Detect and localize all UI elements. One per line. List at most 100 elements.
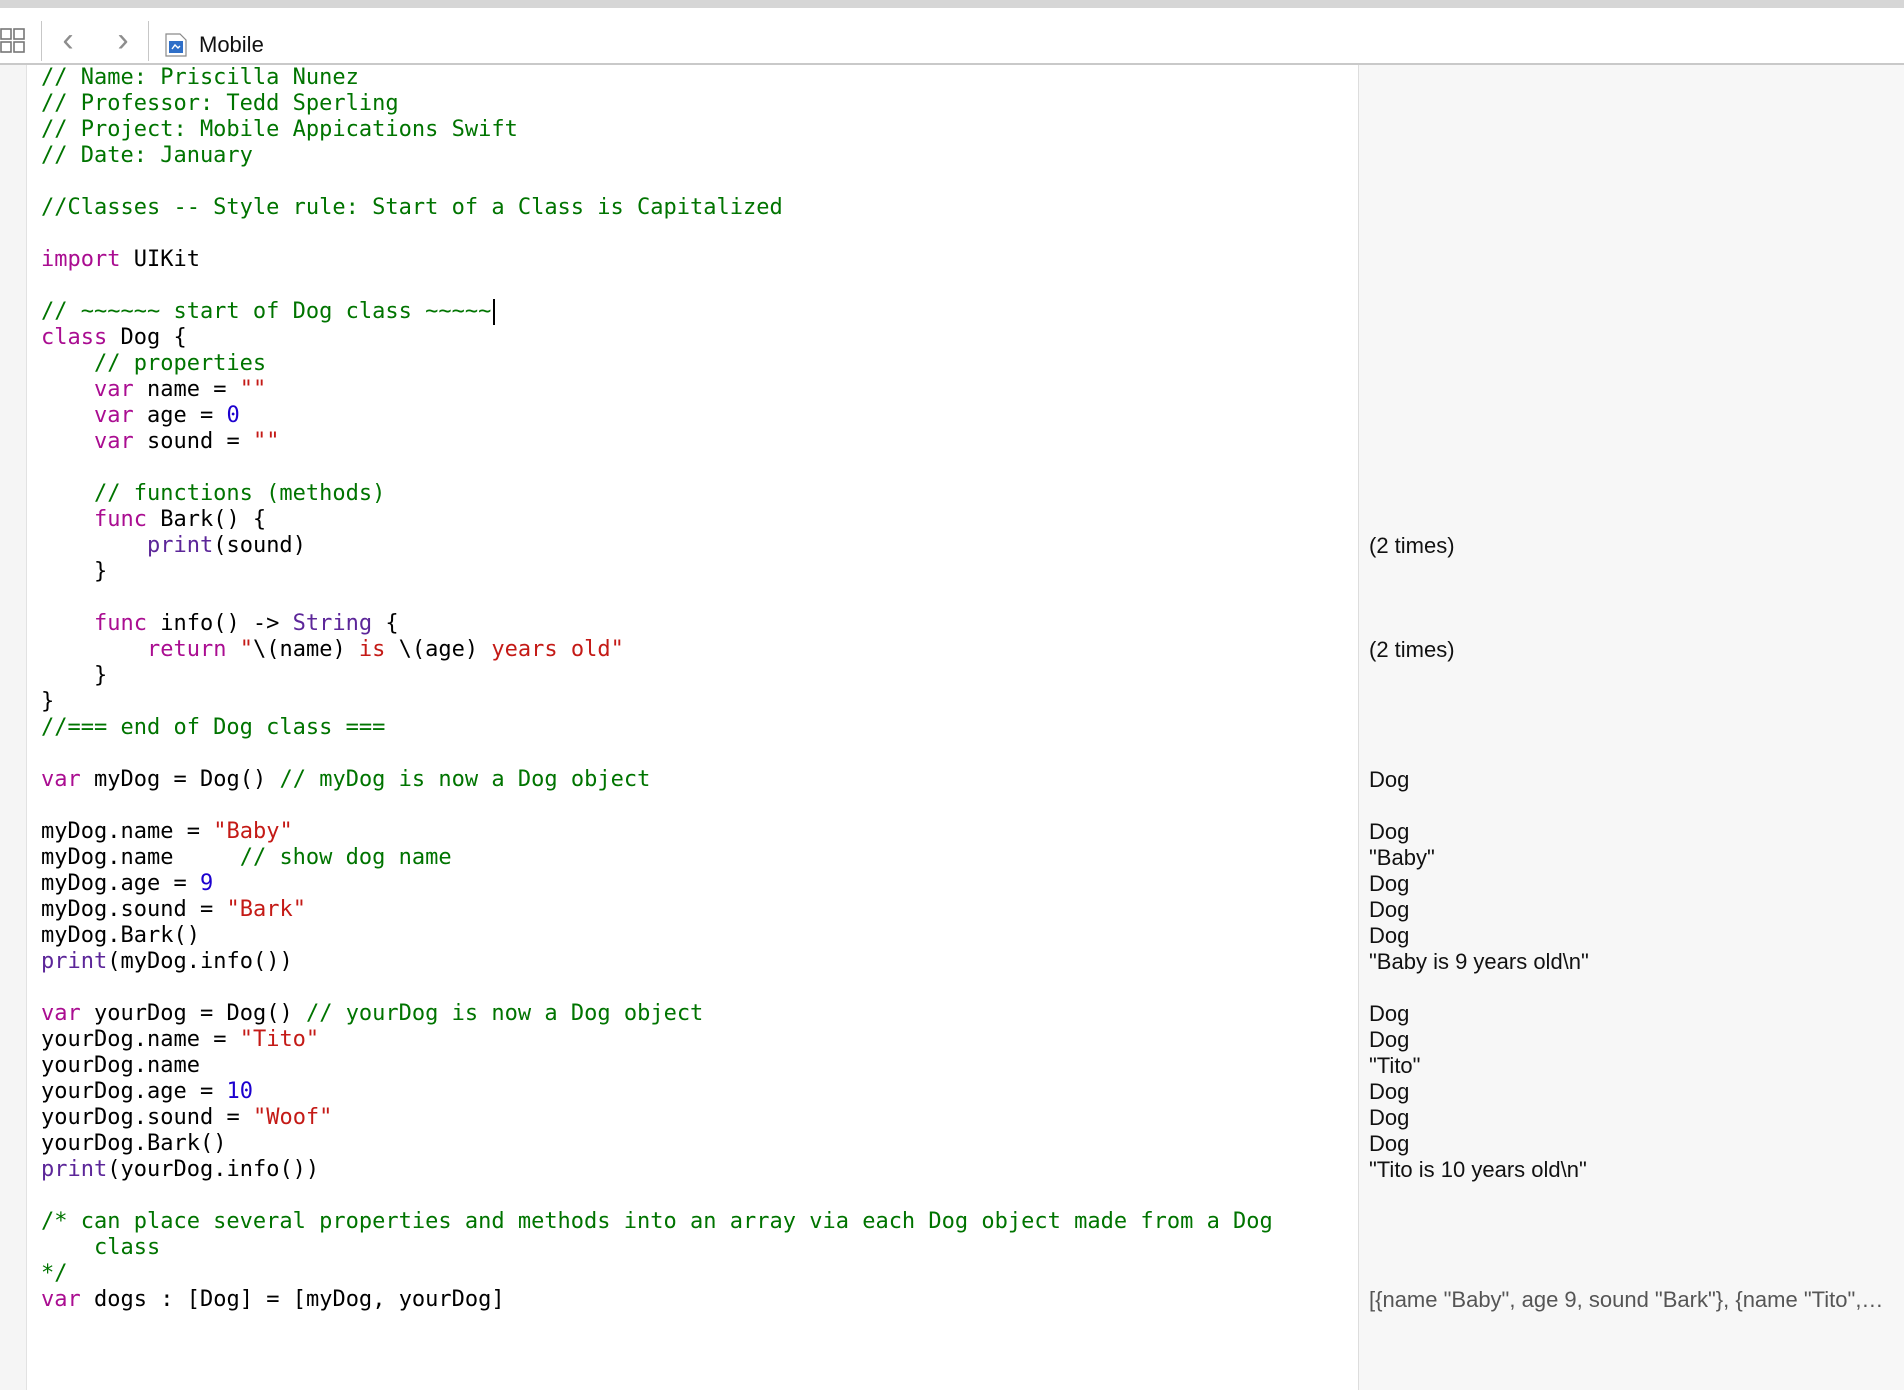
code-line[interactable]: myDog.name // show dog name [41,845,452,871]
code-line[interactable]: class Dog { [41,325,187,351]
chevron-left-icon[interactable]: ‹ [48,20,88,60]
code-line[interactable]: print(sound) [41,533,306,559]
code-line[interactable]: var sound = "" [41,429,279,455]
code-line[interactable]: print(yourDog.info()) [41,1157,319,1183]
code-line[interactable]: var name = "" [41,377,266,403]
code-line[interactable]: myDog.Bark() [41,923,200,949]
code-line[interactable]: */ [41,1261,68,1287]
result-value[interactable]: (2 times) [1369,533,1455,559]
result-value[interactable]: "Tito" [1369,1053,1420,1079]
code-line[interactable]: myDog.age = 9 [41,871,213,897]
code-token-identifier: myDog [41,845,108,870]
results-sidebar: (2 times) (2 times) Dog Dog "Baby" Dog Dog Dog "… [1358,65,1904,1390]
code-token-identifier: yourDog [398,1287,492,1312]
code-token-plain: ] = [ [239,1287,306,1312]
code-line[interactable]: myDog.sound = "Bark" [41,897,306,923]
code-token-plain: . [133,1131,147,1156]
code-token-plain: ()) [279,1157,320,1182]
code-token-type: String [292,611,373,636]
code-token-keyword: return [146,637,227,662]
code-line[interactable]: // ~~~~~~ start of Dog class ~~~~~ [41,299,496,325]
code-line[interactable]: } [41,663,107,689]
code-line[interactable]: // Name: Priscilla Nunez [41,65,359,91]
code-line[interactable]: myDog.name = "Baby" [41,819,293,845]
code-token-keyword: var [41,767,81,792]
code-token-identifier: info [199,949,253,974]
code-line[interactable]: print(myDog.info()) [41,949,293,975]
code-token-keyword: var [93,403,134,428]
line-gutter [0,65,27,1390]
code-token-comment: // properties [41,351,267,376]
code-line[interactable]: import UIKit [41,247,200,273]
code-line[interactable]: var yourDog = Dog() // yourDog is now a … [41,1001,703,1027]
code-line[interactable]: } [41,559,107,585]
result-value[interactable]: (2 times) [1369,637,1455,663]
code-line[interactable]: } [41,689,54,715]
code-editor[interactable]: // Name: Priscilla Nunez// Professor: Te… [27,65,1358,1390]
code-token-string: "" [252,429,280,454]
result-value[interactable]: Dog [1369,871,1409,897]
result-value[interactable]: "Baby" [1369,845,1435,871]
code-token-string: " [239,637,253,662]
code-line[interactable]: class [41,1235,160,1261]
code-line[interactable]: // Project: Mobile Appications Swift [41,117,518,143]
code-token-string: years old" [478,637,624,662]
result-value[interactable]: Dog [1369,767,1409,793]
code-line[interactable]: // functions (methods) [41,481,385,507]
code-line[interactable]: /* can place several properties and meth… [41,1209,1273,1235]
code-line[interactable]: return "\(name) is \(age) years old" [41,637,624,663]
code-token-string: is [345,637,399,662]
code-token-comment: // functions (methods) [41,481,386,506]
code-line[interactable]: yourDog.age = 10 [41,1079,253,1105]
code-token-plain: = [186,897,227,922]
file-title[interactable]: Mobile [199,30,264,60]
code-line[interactable]: yourDog.Bark() [41,1131,226,1157]
result-value[interactable]: Dog [1369,1105,1409,1131]
code-token-identifier: myDog [120,949,187,974]
result-value[interactable]: "Baby is 9 years old\n" [1369,949,1589,975]
code-token-identifier: Dog [199,767,240,792]
code-line[interactable]: // Professor: Tedd Sperling [41,91,399,117]
code-line[interactable]: var dogs : [Dog] = [myDog, yourDog] [41,1287,505,1313]
chevron-right-icon[interactable]: › [103,20,143,60]
code-token-plain: dogs : [ [80,1287,200,1312]
code-token-identifier: myDog [305,1287,373,1312]
code-token-identifier: sound [120,897,187,922]
code-line[interactable]: yourDog.name = "Tito" [41,1027,319,1053]
code-token-identifier: yourDog [41,1131,134,1156]
result-value[interactable]: Dog [1369,1001,1409,1027]
result-value[interactable]: "Tito is 10 years old\n" [1369,1157,1587,1183]
result-value[interactable]: Dog [1369,1079,1409,1105]
code-token-keyword: func [93,507,147,532]
code-line[interactable]: // Date: January [41,143,253,169]
code-line[interactable]: yourDog.sound = "Woof" [41,1105,332,1131]
code-line[interactable]: // properties [41,351,266,377]
code-token-identifier: Dog [199,1287,240,1312]
result-value[interactable]: Dog [1369,897,1409,923]
text-cursor [493,299,496,325]
result-value[interactable]: [{name "Baby", age 9, sound "Bark"}, {na… [1369,1287,1883,1313]
result-value[interactable]: Dog [1369,1131,1409,1157]
code-token-identifier: Dog [226,1001,267,1026]
result-value[interactable]: Dog [1369,819,1409,845]
swift-playground-file-icon[interactable] [165,33,187,57]
result-value[interactable]: Dog [1369,1027,1409,1053]
code-line[interactable]: //=== end of Dog class === [41,715,385,741]
code-token-identifier: age [120,871,161,896]
code-line[interactable]: yourDog.name [41,1053,200,1079]
code-line[interactable]: var myDog = Dog() // myDog is now a Dog … [41,767,650,793]
code-line[interactable]: func info() -> String { [41,611,399,637]
code-token-identifier: yourDog [41,1079,134,1104]
code-line[interactable]: //Classes -- Style rule: Start of a Clas… [41,195,783,221]
code-token-comment: // Name: Priscilla Nunez [41,65,359,90]
code-line[interactable]: func Bark() { [41,507,266,533]
code-token-plain: } [41,559,108,584]
result-value[interactable]: Dog [1369,923,1409,949]
grid-layout-icon[interactable] [0,28,26,54]
code-token-identifier: name [120,845,174,870]
code-line[interactable]: var age = 0 [41,403,240,429]
